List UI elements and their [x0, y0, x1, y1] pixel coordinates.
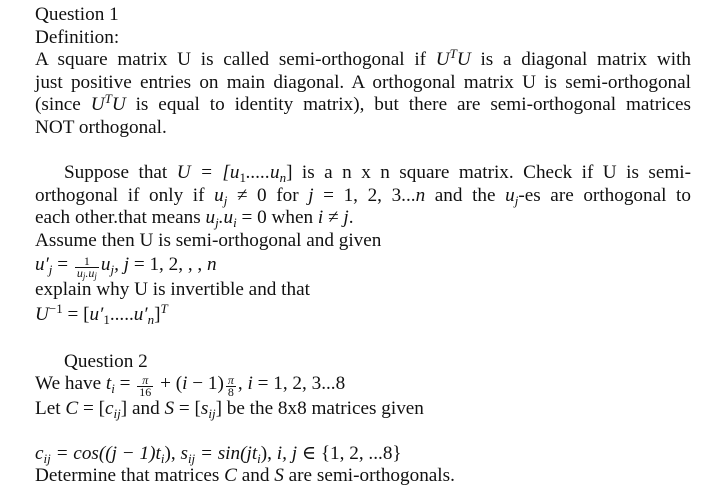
determine-line: Determine that matrices C and S are semi… [35, 465, 455, 486]
question1-title: Question 1 [35, 4, 119, 25]
definition-label: Definition: [35, 26, 120, 48]
suppose-line-3: each other.that means uj.ui = 0 when i ≠… [35, 207, 354, 230]
definition-line-1: A square matrix U is called semi-orthogo… [35, 46, 691, 70]
document: Question 1 Definition: A square matrix U… [35, 4, 691, 488]
assume-line: Assume then U is semi-orthogonal and giv… [35, 229, 382, 251]
fraction-pi-16: π 16 [137, 373, 154, 399]
definition-line-4: NOT orthogonal. [35, 116, 167, 138]
fraction-denominator: uj.uj [76, 266, 97, 281]
question2-title: Question 2 [64, 350, 148, 372]
explain-line: explain why U is invertible and that [35, 279, 310, 300]
inverse-formula: U−1 = [u′1.....u′n]T [35, 300, 168, 327]
suppose-line-1: Suppose that U = [u1.....un] is a n x n … [64, 162, 691, 185]
suppose-line-2: orthogonal if only if uj ≠ 0 for j = 1, … [35, 184, 691, 208]
fraction: 1 uj.uj [74, 254, 99, 281]
u-prime-formula: u′j = 1 uj.uj uj, j = 1, 2, , , n [35, 254, 217, 281]
let-line: Let C = [cij] and S = [sij] be the 8x8 m… [35, 398, 424, 421]
definition-line-2: just positive entries on main diagonal. … [35, 71, 691, 93]
definition-line-3: (since UTU is equal to identity matrix),… [35, 91, 691, 115]
t-definition: We have ti = π 16 + (i − 1) π 8, i = 1, 2, … [35, 373, 346, 399]
fraction-pi-8: π8 [225, 373, 236, 399]
entries-definition: cij = cos((j − 1)ti), sij = sin(jti), i,… [35, 442, 402, 466]
